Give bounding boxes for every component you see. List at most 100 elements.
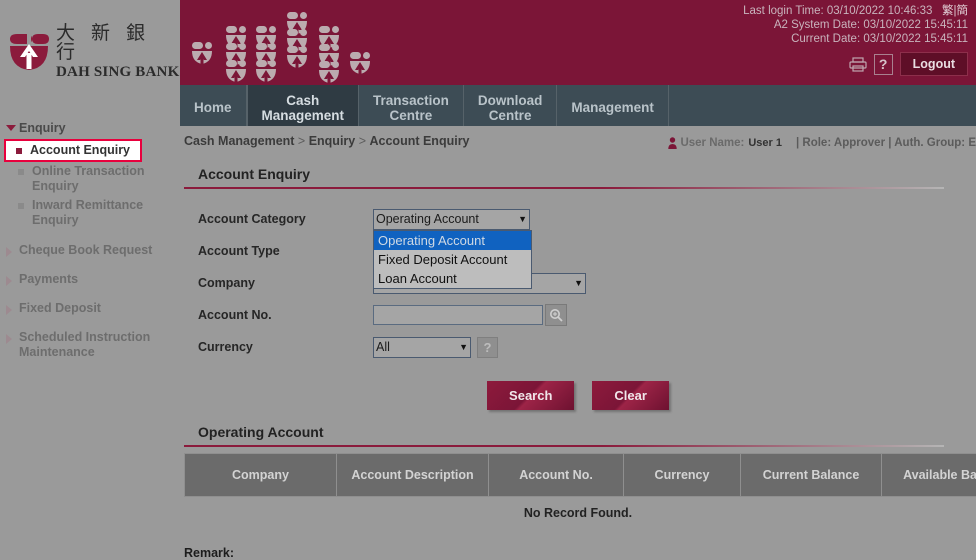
currency-label: Currency: [180, 340, 373, 354]
sidebar-group-enquiry[interactable]: Enquiry: [0, 118, 180, 139]
sidebar-group-scheduled-instruction-maintenance-label: Scheduled Instruction Maintenance: [19, 330, 168, 360]
tab-download-centre-label-1: Download: [478, 93, 543, 108]
breadcrumb-row: Cash Management > Enquiry > Account Enqu…: [180, 134, 976, 158]
account-no-input[interactable]: [373, 305, 543, 325]
account-type-label: Account Type: [180, 244, 373, 258]
company-label: Company: [180, 276, 373, 290]
sidebar-item-online-transaction-enquiry[interactable]: Online Transaction Enquiry: [0, 162, 180, 196]
column-header-account-no: Account No.: [489, 454, 624, 497]
column-header-company: Company: [185, 454, 337, 497]
form-row-currency: Currency All ▼ ?: [180, 331, 976, 363]
language-switcher[interactable]: 繁|簡: [936, 5, 968, 17]
breadcrumb-part-2[interactable]: Enquiry: [309, 134, 356, 148]
sidebar-item-inward-remittance-enquiry-label: Inward Remittance Enquiry: [32, 198, 180, 228]
page-header: 大 新 銀 行 DAH SING BANK: [0, 0, 976, 85]
sidebar-group-payments-label: Payments: [19, 272, 78, 287]
logout-button[interactable]: Logout: [900, 52, 968, 76]
chevron-down-icon: ▼: [459, 342, 468, 352]
breadcrumb-separator-1: >: [294, 134, 308, 148]
sidebar-group-enquiry-label: Enquiry: [19, 121, 66, 136]
chevron-right-icon: [6, 305, 16, 315]
sidebar-navigation: Enquiry Account Enquiry Online Transacti…: [0, 118, 180, 363]
results-divider: [184, 445, 944, 447]
tab-cash-management[interactable]: Cash Management: [247, 85, 360, 130]
sidebar-item-inward-remittance-enquiry[interactable]: Inward Remittance Enquiry: [0, 196, 180, 230]
sidebar-group-cheque-book-request[interactable]: Cheque Book Request: [0, 240, 180, 261]
chevron-right-icon: [6, 276, 16, 286]
column-header-available-balance: Available Balance: [882, 454, 976, 497]
account-no-label: Account No.: [180, 308, 373, 322]
breadcrumb-part-3: Account Enquiry: [370, 134, 470, 148]
current-date: Current Date: 03/10/2022 15:45:11: [743, 32, 968, 46]
sidebar-group-fixed-deposit[interactable]: Fixed Deposit: [0, 298, 180, 319]
tab-download-centre-label-2: Centre: [478, 108, 543, 123]
page-title: Account Enquiry: [180, 158, 976, 187]
tab-transaction-centre-label-1: Transaction: [373, 93, 449, 108]
logo-english-name: DAH SING BANK: [56, 65, 180, 80]
currency-select[interactable]: All ▼: [373, 337, 471, 358]
bullet-icon: [18, 169, 24, 175]
column-header-current-balance: Current Balance: [741, 454, 882, 497]
form-row-account-no: Account No.: [180, 299, 976, 331]
breadcrumb: Cash Management > Enquiry > Account Enqu…: [184, 134, 470, 148]
form-actions: Search Clear: [180, 381, 976, 410]
help-icon[interactable]: ?: [874, 54, 893, 75]
sidebar-group-cheque-book-request-label: Cheque Book Request: [19, 243, 152, 258]
currency-value: All: [376, 340, 390, 354]
breadcrumb-separator-2: >: [355, 134, 369, 148]
banner-pattern-icon: [188, 4, 388, 82]
search-button[interactable]: Search: [487, 381, 574, 410]
printer-icon[interactable]: [849, 57, 867, 72]
tab-cash-management-label-2: Management: [262, 108, 345, 123]
form-row-account-category: Account Category Operating Account ▼ Ope…: [180, 203, 976, 235]
account-category-select[interactable]: Operating Account ▼: [373, 209, 530, 230]
dropdown-option-fixed-deposit-account[interactable]: Fixed Deposit Account: [374, 250, 531, 269]
sidebar-item-account-enquiry[interactable]: Account Enquiry: [4, 139, 142, 162]
form-row-company: Company All ▼: [180, 267, 976, 299]
chevron-down-icon: ▼: [518, 214, 527, 224]
remark-label: Remark:: [180, 520, 976, 560]
user-info: User Name: User 1 | Role: Approver | Aut…: [668, 137, 976, 149]
sidebar-group-payments[interactable]: Payments: [0, 269, 180, 290]
tab-transaction-centre-label-2: Centre: [373, 108, 449, 123]
clear-button[interactable]: Clear: [592, 381, 669, 410]
account-category-dropdown-list[interactable]: Operating Account Fixed Deposit Account …: [373, 230, 532, 289]
chevron-down-icon: ▼: [574, 278, 583, 288]
account-category-value: Operating Account: [376, 212, 479, 226]
bullet-icon: [16, 148, 22, 154]
tab-cash-management-label-1: Cash: [262, 93, 345, 108]
lang-traditional[interactable]: 繁: [942, 5, 954, 17]
empty-state-message: No Record Found.: [180, 497, 976, 520]
account-category-label: Account Category: [180, 212, 373, 226]
tab-download-centre[interactable]: Download Centre: [464, 85, 558, 130]
chevron-right-icon: [6, 247, 16, 257]
tab-management-label: Management: [571, 100, 654, 115]
currency-help-icon[interactable]: ?: [477, 337, 498, 358]
sidebar-group-scheduled-instruction-maintenance[interactable]: Scheduled Instruction Maintenance: [0, 327, 180, 363]
dropdown-option-loan-account[interactable]: Loan Account: [374, 269, 531, 288]
tab-management[interactable]: Management: [557, 85, 669, 130]
dropdown-option-operating-account[interactable]: Operating Account: [374, 231, 531, 250]
last-login-time: Last login Time: 03/10/2022 10:46:33: [743, 5, 932, 17]
form-row-account-type: Account Type: [180, 235, 976, 267]
system-date: A2 System Date: 03/10/2022 15:45:11: [743, 18, 968, 32]
breadcrumb-part-1[interactable]: Cash Management: [184, 134, 294, 148]
tab-home[interactable]: Home: [180, 85, 247, 130]
bank-logo: 大 新 銀 行 DAH SING BANK: [0, 0, 180, 85]
chevron-down-icon: [6, 125, 16, 131]
column-header-account-description: Account Description: [337, 454, 489, 497]
lang-simplified[interactable]: 簡: [957, 5, 969, 17]
search-form: Account Category Operating Account ▼ Ope…: [180, 189, 976, 410]
user-name-label: User Name:: [680, 137, 744, 149]
chevron-right-icon: [6, 334, 16, 344]
results-title: Operating Account: [180, 410, 976, 445]
sidebar-item-account-enquiry-label: Account Enquiry: [30, 143, 130, 158]
column-header-currency: Currency: [624, 454, 741, 497]
user-role-auth-group: | Role: Approver | Auth. Group: E: [796, 137, 976, 149]
header-banner: Last login Time: 03/10/2022 10:46:33 繁|簡…: [180, 0, 976, 85]
tab-transaction-centre[interactable]: Transaction Centre: [359, 85, 464, 130]
header-actions: ? Logout: [849, 52, 968, 76]
main-content: Cash Management > Enquiry > Account Enqu…: [180, 134, 976, 560]
session-info: Last login Time: 03/10/2022 10:46:33 繁|簡…: [743, 4, 968, 46]
account-no-lookup-button[interactable]: [545, 304, 567, 326]
